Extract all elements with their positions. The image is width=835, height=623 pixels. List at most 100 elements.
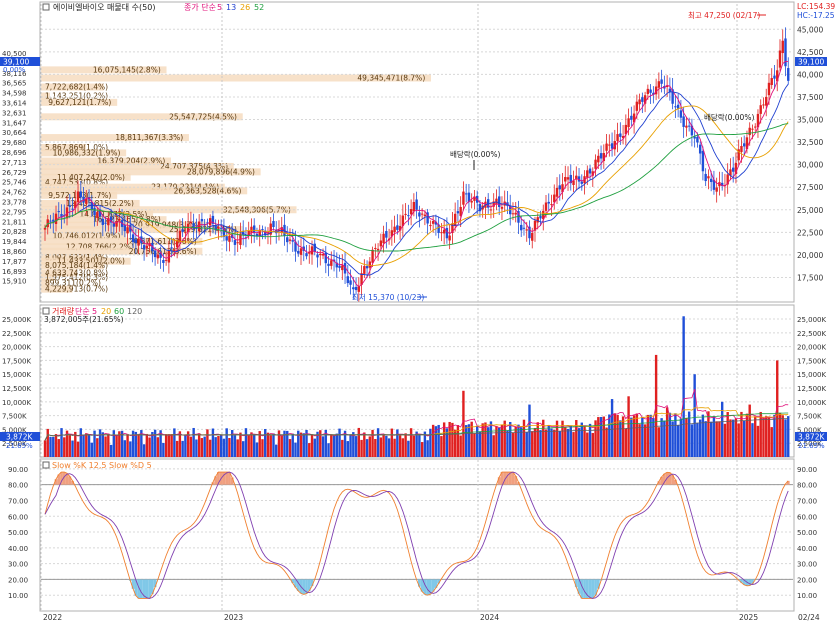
candle-body [767,82,771,96]
volume-bar [308,443,311,457]
volume-bar [250,432,253,457]
stoch-tick-right: 30.00 [797,561,817,569]
volume-bar [90,442,93,457]
header-checkbox[interactable] [42,3,50,11]
volume-current-left: 3,872K [6,433,33,442]
candle-body [619,133,622,137]
price-panel-frame [39,1,795,303]
volume-profile-label: 4,229,913(0.7%) [45,285,108,294]
volume-bar [547,425,550,457]
volume-tick-left: 12,500K [2,385,31,393]
volume-bar [503,420,506,457]
volume-profile-label: 49,345,471(8.7%) [357,74,425,83]
candle-body [134,239,138,244]
candle-body [707,176,710,179]
x-axis-label: 2022 [43,613,62,622]
candle-body [743,143,746,147]
volume-bar [321,436,325,457]
candle-body [93,207,96,216]
stoch-checkbox[interactable] [42,461,50,469]
stoch-label: Slow %K 12,5 Slow %D 5 [52,461,152,470]
candle-body [608,144,611,146]
price-tick-left: 28,696 [2,149,27,157]
candle-body [118,218,121,221]
volume-bar [253,433,256,457]
candle-body [228,235,231,242]
candle-body [586,170,589,178]
volume-bar [588,423,592,457]
candle-body [225,236,228,241]
candle-body [189,221,193,224]
stoch-oversold-fill [148,579,151,599]
volume-bar [291,433,294,457]
price-tick-left: 19,844 [2,238,27,246]
volume-bar [531,431,534,457]
volume-bar [624,428,628,457]
volume-bar [489,421,493,457]
stoch-tick-left: 40.00 [8,545,28,553]
candle-body [233,240,237,245]
candle-body [489,209,493,211]
volume-bar [376,428,380,457]
price-tick-left: 27,713 [2,159,27,167]
candle-body [156,254,160,259]
volume-bar [164,434,168,457]
candle-body [255,233,259,236]
volume-checkbox[interactable] [42,307,50,315]
candle-body [338,265,341,268]
volume-bar [492,435,495,457]
candle-body [627,118,630,128]
volume-tick-right: 12,500K [797,385,826,393]
candle-body [536,217,539,223]
volume-bar [107,433,110,457]
volume-bar [586,432,589,457]
candle-body [431,221,435,224]
price-tick-left: 25,746 [2,179,27,187]
volume-bar [382,435,385,457]
candle-body [778,50,782,68]
candle-body [57,211,60,213]
price-tick-left: 20,828 [2,228,27,236]
volume-profile-label: 26,363,528(4.6%) [174,186,242,195]
candle-body [429,225,432,227]
volume-bar [415,431,418,457]
candle-body [423,214,427,217]
volume-sub-label: 3,872,005주(21.65%) [44,315,124,324]
volume-bar [225,428,228,457]
volume-bar [715,421,718,457]
candle-body [751,128,754,130]
candle-body [85,198,88,204]
candle-body [420,213,424,215]
ex-dividend-annotation-2: 배당락(0.00%) [704,112,754,122]
volume-bar [712,416,716,457]
volume-bar [109,444,113,457]
candle-body [197,221,201,232]
volume-bar [743,420,746,457]
volume-bar [597,417,600,457]
candle-body [453,213,457,226]
volume-bar [239,432,242,457]
volume-bar [294,442,297,457]
volume-bar [679,418,683,457]
volume-bar [682,316,685,457]
volume-bar [580,422,583,457]
volume-bar [643,424,647,457]
volume-bar [605,427,608,457]
volume-bar [96,438,99,457]
candle-body [96,212,99,218]
stoch-oversold-fill [588,579,592,599]
volume-bar [784,419,787,457]
volume-bar [778,412,782,457]
volume-profile-label: 7,722,682(1.4%) [45,83,108,92]
candle-body [605,143,608,151]
volume-bar [558,431,561,457]
stoch-tick-right: 90.00 [797,466,817,474]
volume-bar [498,427,501,457]
candle-body [76,191,80,203]
volume-bar [401,438,405,457]
candle-body [539,215,542,219]
candle-body [685,125,688,128]
candle-body [288,239,292,241]
volume-bar [275,444,278,457]
candle-body [142,245,146,250]
